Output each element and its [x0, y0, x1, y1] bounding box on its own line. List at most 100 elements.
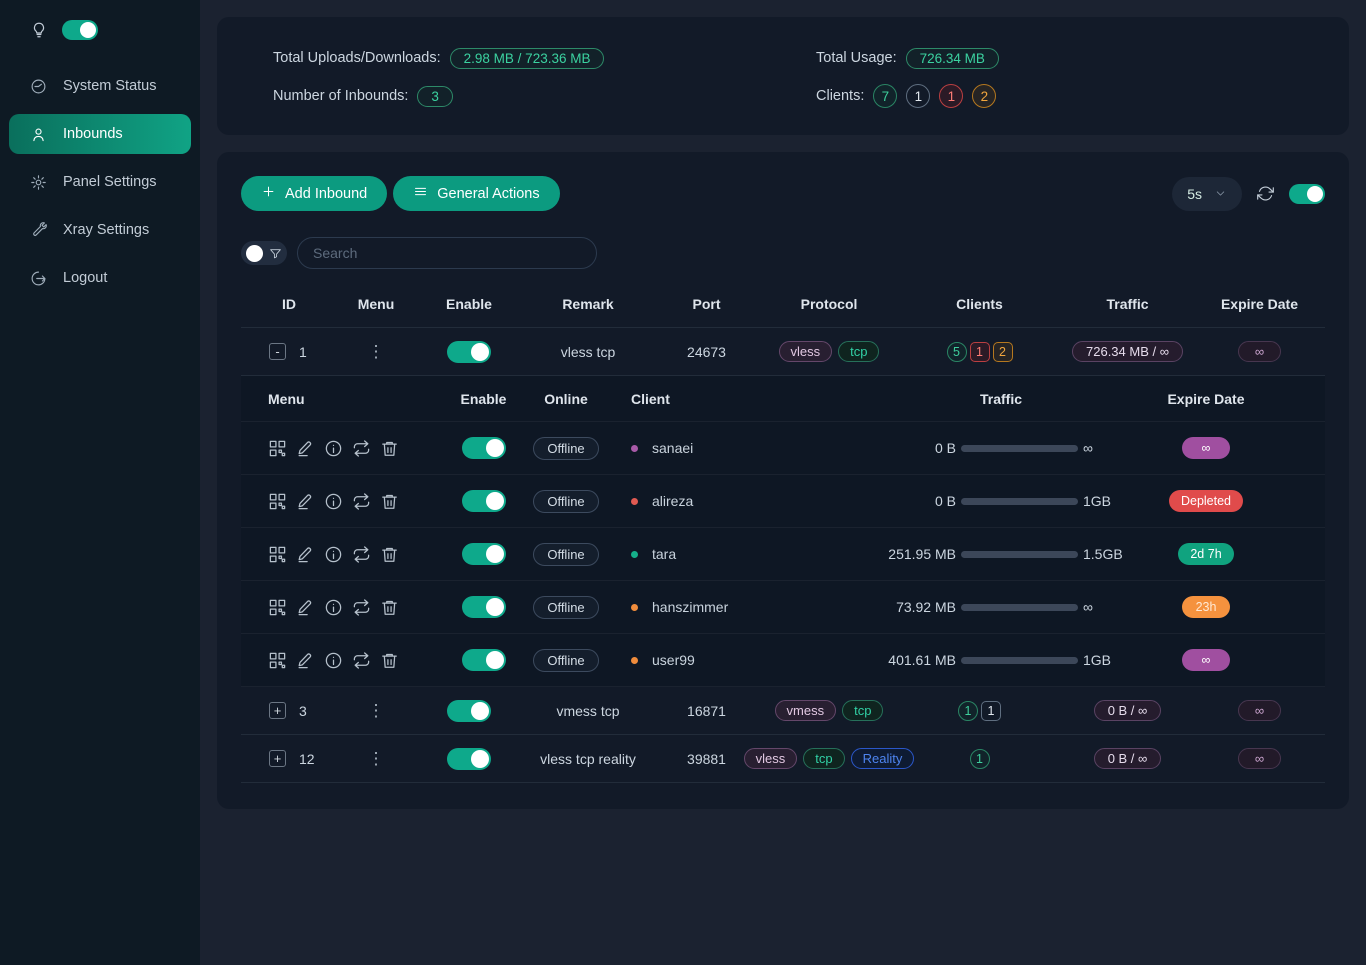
delete-button[interactable]	[380, 439, 399, 458]
client-expire-badge[interactable]: ∞	[1182, 649, 1230, 671]
client-expire-badge[interactable]: ∞	[1182, 437, 1230, 459]
id-cell: +3	[241, 702, 337, 719]
enable-toggle[interactable]	[447, 700, 491, 722]
delete-icon	[380, 439, 399, 458]
qr-code-icon	[268, 492, 287, 511]
traffic-cap: ∞	[1083, 599, 1131, 615]
client-name-cell: user99	[611, 652, 871, 668]
traffic-cap: 1GB	[1083, 652, 1131, 668]
port: 16871	[687, 703, 726, 719]
client-enable-toggle[interactable]	[462, 437, 506, 459]
edit-button[interactable]	[296, 651, 315, 670]
clients-cell: 1	[898, 749, 1061, 769]
edit-button[interactable]	[296, 492, 315, 511]
delete-button[interactable]	[380, 651, 399, 670]
theme-toggle[interactable]	[62, 20, 98, 40]
plus-icon	[261, 184, 276, 203]
reset-traffic-button[interactable]	[352, 651, 371, 670]
auto-refresh-toggle[interactable]	[1289, 184, 1325, 204]
stat-label: Total Uploads/Downloads:	[273, 50, 441, 66]
refresh-interval-select[interactable]: 5s	[1172, 177, 1242, 211]
stat-label: Total Usage:	[816, 50, 897, 66]
info-button[interactable]	[324, 598, 343, 617]
reset-traffic-button[interactable]	[352, 545, 371, 564]
id-cell: -1	[241, 343, 337, 360]
info-button[interactable]	[324, 651, 343, 670]
filter-toggle-knob	[246, 245, 263, 262]
row-menu-button[interactable]: ⋮	[368, 749, 385, 769]
gear-icon	[30, 174, 47, 191]
expand-toggle[interactable]: -	[269, 343, 286, 360]
delete-button[interactable]	[380, 598, 399, 617]
expire-badge[interactable]: ∞	[1238, 341, 1281, 362]
edit-button[interactable]	[296, 598, 315, 617]
sidebar-theme-row	[0, 20, 200, 66]
sidebar-item-system-status[interactable]: System Status	[0, 66, 200, 106]
client-enable-toggle[interactable]	[462, 543, 506, 565]
refresh-interval-value: 5s	[1187, 186, 1202, 202]
row-menu-button[interactable]: ⋮	[368, 701, 385, 721]
client-expire-badge[interactable]: 2d 7h	[1178, 543, 1233, 565]
sidebar-item-logout[interactable]: Logout	[0, 258, 200, 298]
add-inbound-button[interactable]: Add Inbound	[241, 176, 387, 211]
client-expire-badge[interactable]: Depleted	[1169, 490, 1243, 512]
qr-code-icon	[268, 651, 287, 670]
traffic-progress-bar	[961, 445, 1078, 452]
stats-right-column: Total Usage: 726.34 MB Clients: 7112	[816, 43, 1349, 119]
client-enable-toggle[interactable]	[462, 649, 506, 671]
enable-cell	[415, 700, 523, 722]
refresh-button[interactable]	[1257, 185, 1274, 202]
delete-button[interactable]	[380, 545, 399, 564]
sidebar-item-panel-settings[interactable]: Panel Settings	[0, 162, 200, 202]
traffic-progress-bar	[961, 657, 1078, 664]
edit-button[interactable]	[296, 545, 315, 564]
search-input[interactable]	[297, 237, 597, 269]
edit-icon	[296, 439, 315, 458]
client-enable-cell	[446, 543, 521, 565]
column-header: Enable	[415, 296, 523, 312]
client-traffic-cell: 0 B∞	[871, 440, 1131, 456]
sidebar-item-xray-settings[interactable]: Xray Settings	[0, 210, 200, 250]
reset-traffic-button[interactable]	[352, 439, 371, 458]
qr-code-button[interactable]	[268, 492, 287, 511]
client-expire-cell: ∞	[1131, 437, 1281, 459]
column-header: Port	[653, 296, 760, 312]
qr-code-button[interactable]	[268, 439, 287, 458]
qr-code-button[interactable]	[268, 545, 287, 564]
expire-badge[interactable]: ∞	[1238, 700, 1281, 721]
client-enable-toggle[interactable]	[462, 490, 506, 512]
enable-cell	[415, 341, 523, 363]
edit-button[interactable]	[296, 439, 315, 458]
enable-toggle[interactable]	[447, 748, 491, 770]
reset-traffic-icon	[352, 545, 371, 564]
general-actions-button[interactable]: General Actions	[393, 176, 559, 211]
port: 24673	[687, 344, 726, 360]
reset-traffic-button[interactable]	[352, 492, 371, 511]
sidebar-item-inbounds[interactable]: Inbounds	[9, 114, 191, 154]
info-button[interactable]	[324, 439, 343, 458]
client-actions-cell	[241, 598, 446, 617]
qr-code-button[interactable]	[268, 598, 287, 617]
client-count-badge-gray: 1	[981, 701, 1001, 721]
client-count-badge-green: 1	[970, 749, 990, 769]
reset-traffic-button[interactable]	[352, 598, 371, 617]
sidebar-nav: System Status Inbounds Panel Settings Xray …	[0, 66, 200, 298]
logout-icon	[30, 270, 47, 287]
client-expire-badge[interactable]: 23h	[1182, 596, 1230, 618]
filter-toggle[interactable]	[241, 241, 287, 265]
qr-code-button[interactable]	[268, 651, 287, 670]
stat-value-badge: 726.34 MB	[906, 48, 999, 69]
enable-toggle[interactable]	[447, 341, 491, 363]
row-menu-button[interactable]: ⋮	[368, 342, 385, 362]
protocol-tag-tcp: tcp	[838, 341, 879, 362]
delete-button[interactable]	[380, 492, 399, 511]
info-icon	[324, 598, 343, 617]
protocol-cell: vlesstcp	[760, 341, 898, 362]
expire-badge[interactable]: ∞	[1238, 748, 1281, 769]
info-button[interactable]	[324, 545, 343, 564]
client-enable-toggle[interactable]	[462, 596, 506, 618]
menu-cell: ⋮	[337, 749, 415, 769]
expand-toggle[interactable]: +	[269, 750, 286, 767]
info-button[interactable]	[324, 492, 343, 511]
expand-toggle[interactable]: +	[269, 702, 286, 719]
